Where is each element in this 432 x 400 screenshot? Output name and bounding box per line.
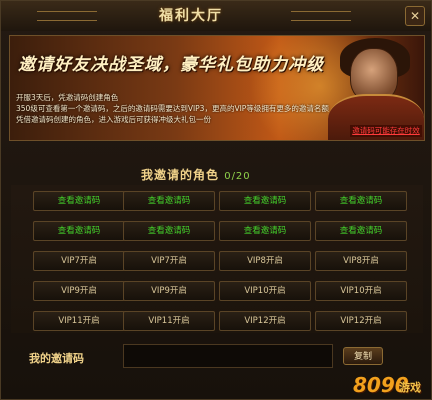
banner-headline: 邀请好友决战圣域，豪华礼包助力冲级 bbox=[18, 55, 324, 75]
title-ornament-left bbox=[37, 11, 97, 21]
view-invite-code-button[interactable]: 查看邀请码 bbox=[219, 221, 311, 241]
vip-locked-slot: VIP9开启 bbox=[123, 281, 215, 301]
view-invite-code-button[interactable]: 查看邀请码 bbox=[33, 221, 125, 241]
vip-locked-slot: VIP11开启 bbox=[33, 311, 125, 331]
banner-rule-line: 凭借邀请码创建的角色，进入游戏后可获得冲级大礼包一份 bbox=[16, 115, 211, 124]
vip-locked-slot: VIP10开启 bbox=[219, 281, 311, 301]
vip-locked-slot: VIP7开启 bbox=[123, 251, 215, 271]
my-invite-code-label: 我的邀请码 bbox=[29, 352, 84, 365]
vip-locked-slot: VIP8开启 bbox=[315, 251, 407, 271]
view-invite-code-button[interactable]: 查看邀请码 bbox=[315, 191, 407, 211]
view-invite-code-button[interactable]: 查看邀请码 bbox=[33, 191, 125, 211]
invited-roles-title: 我邀请的角色 0/20 bbox=[141, 166, 291, 182]
title-ornament-right bbox=[291, 11, 351, 21]
view-invite-code-button[interactable]: 查看邀请码 bbox=[123, 221, 215, 241]
title-bar: 福利大厅 ✕ bbox=[1, 1, 431, 31]
invite-banner: 邀请好友决战圣域，豪华礼包助力冲级 开服3天后，凭邀请码创建角色 350级可查看… bbox=[9, 35, 425, 141]
banner-rule-line: 开服3天后，凭邀请码创建角色 bbox=[16, 93, 119, 102]
banner-rules: 开服3天后，凭邀请码创建角色 350级可查看第一个邀请码，之后的邀请码需要达到V… bbox=[16, 92, 424, 125]
vip-locked-slot: VIP8开启 bbox=[219, 251, 311, 271]
vip-locked-slot: VIP10开启 bbox=[315, 281, 407, 301]
window-title: 福利大厅 bbox=[159, 8, 223, 24]
welfare-hall-window: 福利大厅 ✕ 邀请好友决战圣域，豪华礼包助力冲级 开服3天后，凭邀请码创建角色 … bbox=[0, 0, 432, 400]
vip-locked-slot: VIP12开启 bbox=[219, 311, 311, 331]
invite-code-expiry-link[interactable]: 邀请码可能存在时效 bbox=[350, 125, 422, 137]
invited-roles-label: 我邀请的角色 bbox=[141, 168, 220, 182]
vip-locked-slot: VIP7开启 bbox=[33, 251, 125, 271]
vip-locked-slot: VIP9开启 bbox=[33, 281, 125, 301]
banner-rule-line: 350级可查看第一个邀请码，之后的邀请码需要达到VIP3，更高的VIP等级拥有更… bbox=[16, 104, 329, 113]
invite-code-field[interactable] bbox=[123, 344, 333, 368]
view-invite-code-button[interactable]: 查看邀请码 bbox=[315, 221, 407, 241]
watermark-word: 游戏 bbox=[399, 381, 421, 394]
vip-locked-slot: VIP11开启 bbox=[123, 311, 215, 331]
invited-roles-count: 0/20 bbox=[224, 171, 251, 182]
close-icon[interactable]: ✕ bbox=[405, 6, 425, 26]
view-invite-code-button[interactable]: 查看邀请码 bbox=[219, 191, 311, 211]
invited-roles-grid: 查看邀请码 查看邀请码 查看邀请码 查看邀请码 查看邀请码 查看邀请码 查看邀请… bbox=[11, 185, 423, 333]
copy-button[interactable]: 复制 bbox=[343, 347, 383, 365]
vip-locked-slot: VIP12开启 bbox=[315, 311, 407, 331]
view-invite-code-button[interactable]: 查看邀请码 bbox=[123, 191, 215, 211]
site-watermark-logo: 8090 游戏 bbox=[353, 373, 431, 399]
